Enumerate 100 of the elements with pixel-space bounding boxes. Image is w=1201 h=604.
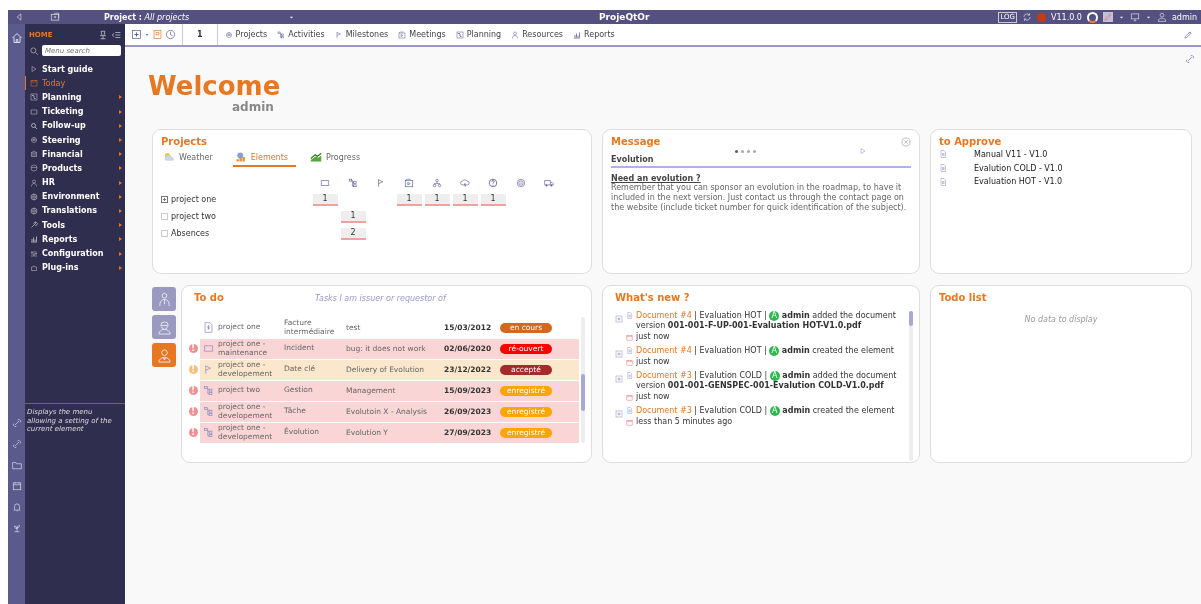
flag-icon <box>334 30 343 39</box>
page-dot[interactable] <box>735 149 738 153</box>
target-icon <box>516 177 526 188</box>
card-title: Message <box>611 136 661 147</box>
approval-item[interactable]: Manual V11 - V1.0 <box>974 149 1048 159</box>
project-selector[interactable]: Project : All projects <box>104 12 284 22</box>
user-icon[interactable] <box>1156 12 1167 22</box>
monitor-icon[interactable] <box>1129 12 1140 22</box>
user-name: admin <box>232 100 275 114</box>
alert-icon: ! <box>188 365 198 374</box>
menu-item[interactable]: Financial <box>25 147 125 162</box>
expand-icon[interactable] <box>161 196 168 203</box>
status-indicator <box>1037 12 1046 22</box>
alert-icon: ! <box>188 344 198 353</box>
project-name[interactable]: project two <box>171 212 216 221</box>
approval-item[interactable]: Evaluation HOT - V1.0 <box>974 177 1063 187</box>
card-title: What's new ? <box>615 292 691 303</box>
activity-text: Document #3 | Evalution COLD | A admin created the element <box>636 406 895 416</box>
page-dot[interactable] <box>747 149 750 153</box>
edit-icon[interactable] <box>1102 12 1113 22</box>
edit-icon[interactable] <box>1183 29 1193 40</box>
toolbar-link[interactable]: Meetings <box>398 30 446 39</box>
card-subtitle: Tasks I am issuer or requestor of <box>315 294 446 303</box>
menu-item[interactable]: Steering <box>25 132 125 148</box>
link-icon[interactable] <box>1185 54 1195 64</box>
expand-icon[interactable] <box>615 375 623 383</box>
history-icon[interactable] <box>165 29 176 40</box>
search-icon <box>30 121 38 130</box>
plant-icon[interactable] <box>11 523 22 533</box>
person-icon <box>156 291 172 307</box>
weather-icon <box>163 151 175 163</box>
meeting-icon <box>398 30 407 39</box>
tab[interactable]: Progress <box>308 151 369 167</box>
bookmark-icon[interactable] <box>152 29 163 40</box>
close-icon[interactable] <box>901 136 911 147</box>
bell-icon[interactable] <box>11 502 22 512</box>
view-button[interactable] <box>152 343 176 367</box>
expand-icon[interactable] <box>615 315 623 323</box>
add-icon[interactable] <box>131 29 142 40</box>
menu-item[interactable]: Ticketing <box>25 104 125 119</box>
expand-icon[interactable] <box>615 350 623 358</box>
window-icon[interactable] <box>50 12 60 22</box>
play-icon <box>30 65 38 74</box>
menu-item[interactable]: Planning <box>25 90 125 105</box>
menu-item[interactable]: Translations <box>25 203 125 219</box>
flag-icon <box>203 364 214 375</box>
count-cell[interactable]: 1 <box>340 210 366 223</box>
tab[interactable]: Weather <box>161 151 221 167</box>
activity-text: Document #4 | Evaluation HOT | A admin created the element <box>636 346 894 356</box>
avatar: A <box>769 371 780 381</box>
timestamp: less than 5 minutes ago <box>636 416 733 428</box>
project-name[interactable]: project one <box>171 195 217 204</box>
document-icon <box>626 347 633 354</box>
menu-item[interactable]: Configuration <box>25 246 125 261</box>
count-cell[interactable]: 1 <box>396 193 422 206</box>
approval-item[interactable]: Evalution COLD - V1.0 <box>974 163 1063 173</box>
count-cell[interactable]: 1 <box>312 193 338 206</box>
expand-icon[interactable] <box>615 410 623 418</box>
next-icon[interactable] <box>859 147 867 155</box>
person-icon <box>156 347 172 363</box>
folder-icon[interactable] <box>11 460 22 470</box>
view-button[interactable] <box>152 287 176 311</box>
toolbar-link[interactable]: Milestones <box>334 30 389 39</box>
menu-item[interactable]: Follow-up <box>25 118 125 133</box>
menu-item[interactable]: Tools <box>25 218 125 233</box>
project-name[interactable]: Absences <box>171 229 210 238</box>
toolbar-link[interactable]: Projects <box>224 30 268 39</box>
avatar: A <box>769 311 780 321</box>
count-cell[interactable]: 1 <box>424 193 450 206</box>
checkbox-icon[interactable] <box>161 213 168 220</box>
toolbar-link[interactable]: Activities <box>277 30 325 39</box>
menu-item[interactable]: Products <box>25 161 125 176</box>
page-dot[interactable] <box>741 149 744 153</box>
count-cell[interactable]: 1 <box>480 193 506 206</box>
calendar-icon[interactable] <box>11 481 22 491</box>
calendar-icon <box>626 358 633 366</box>
gear-icon <box>224 30 233 39</box>
activity-icon <box>203 406 214 417</box>
toolbar-link[interactable]: Planning <box>455 30 502 39</box>
menu-icon[interactable] <box>111 29 121 40</box>
user-name[interactable]: admin <box>1171 12 1197 22</box>
refresh-icon[interactable] <box>1022 12 1032 22</box>
menu-item[interactable]: Environment <box>25 189 125 204</box>
pin-icon[interactable] <box>98 29 108 40</box>
count-cell[interactable]: 1 <box>452 193 478 206</box>
menu-item[interactable]: Plug-ins <box>25 260 125 275</box>
home-icon[interactable] <box>10 32 23 44</box>
menu-item[interactable]: Reports <box>25 232 125 247</box>
view-button[interactable] <box>152 315 176 339</box>
toolbar-link[interactable]: Resources <box>511 30 563 39</box>
scrollbar[interactable] <box>581 317 585 443</box>
caret-icon[interactable] <box>144 31 150 38</box>
count-cell[interactable]: 2 <box>340 227 366 240</box>
toolbar-link[interactable]: Reports <box>573 30 615 39</box>
checkbox-icon[interactable] <box>161 230 168 237</box>
back-icon[interactable] <box>14 12 24 22</box>
page-dot[interactable] <box>753 149 756 153</box>
menu-item[interactable]: HR <box>25 175 125 190</box>
menu-item[interactable]: Start guide <box>25 62 125 77</box>
ticket-icon <box>30 107 38 116</box>
